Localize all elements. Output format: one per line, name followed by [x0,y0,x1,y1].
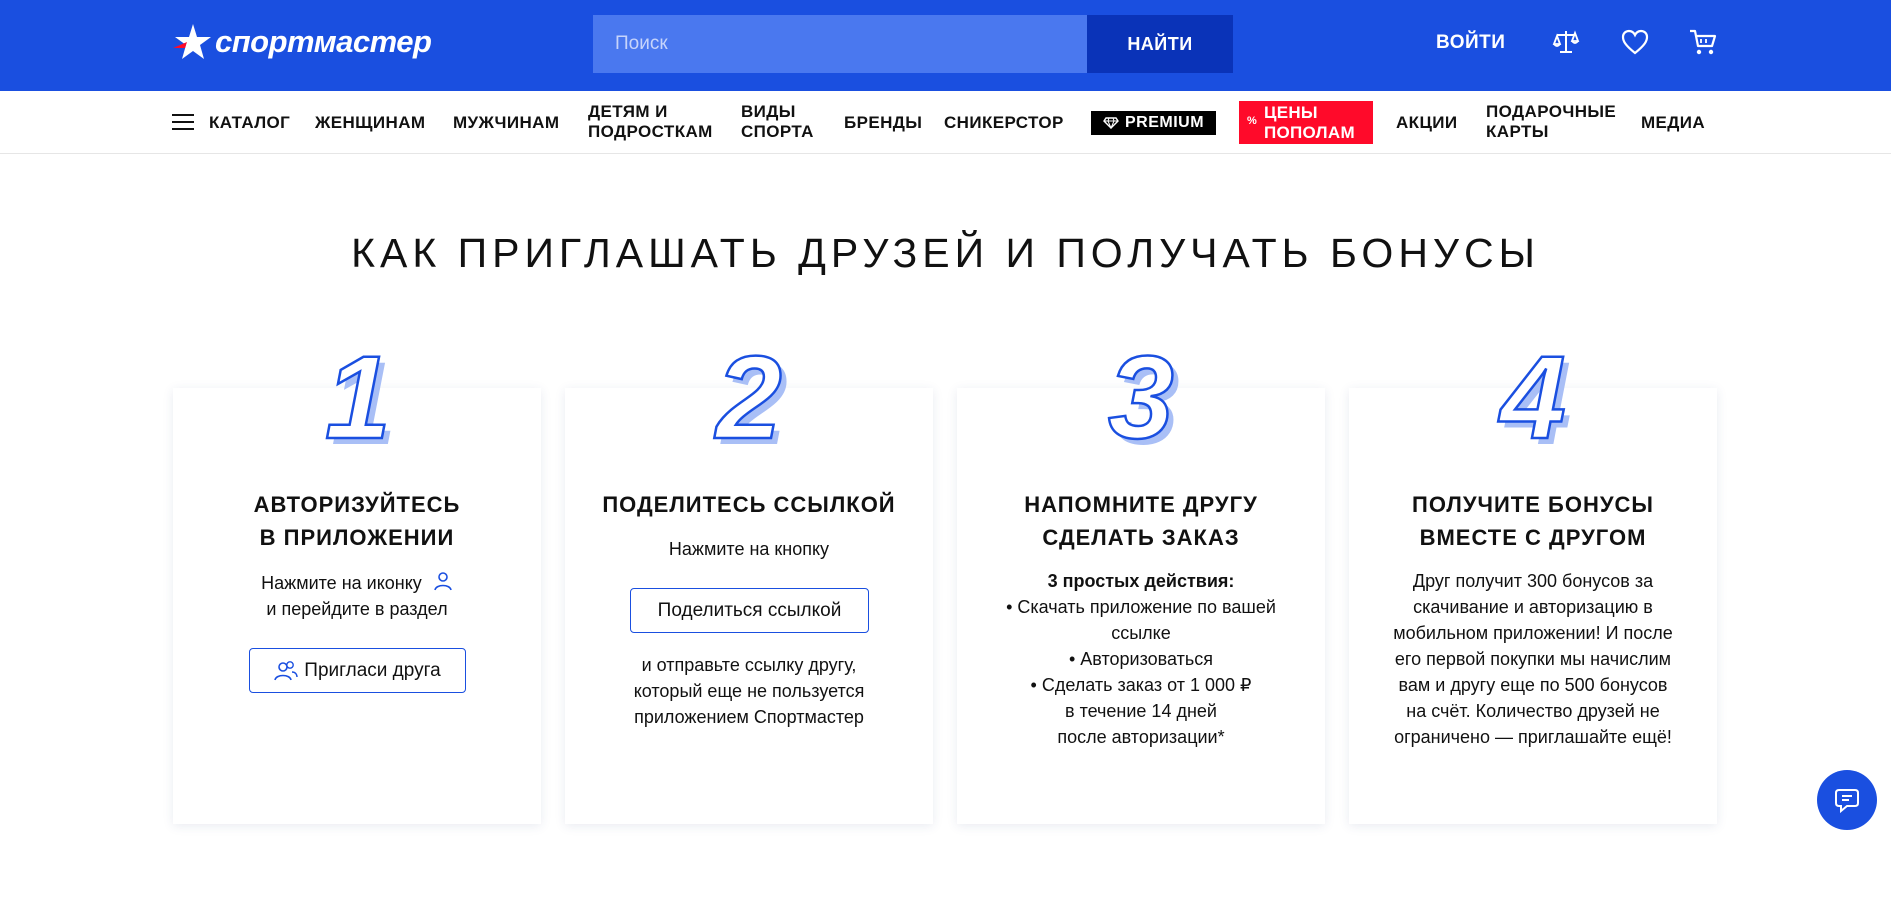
step-number-2-outline: 2 [714,340,782,455]
step-4-line: ограничено — приглашайте ещё! [1394,727,1672,747]
step-4-line: скачивание и авторизацию в [1413,597,1653,617]
step-4-line: мобильном приложении! И после [1393,623,1673,643]
nav-half-price[interactable]: % ЦЕНЫ ПОПОЛАМ [1239,101,1373,144]
step-4-title-line2: ВМЕСТЕ С ДРУГОМ [1419,525,1647,550]
step-2-text-top: Нажмите на кнопку [668,539,830,559]
nav-sports-line2: СПОРТА [741,122,814,141]
step-number-1-outline: 1 [325,340,391,455]
nav-catalog[interactable]: КАТАЛОГ [209,113,290,133]
step-2-text-line1: и отправьте ссылку другу, [641,655,857,675]
share-link-button[interactable]: Поделиться ссылкой [630,588,869,633]
logo-text: спортмастер [215,24,432,59]
step-number-3-outline: 3 [1108,340,1174,455]
chat-icon [1835,789,1859,814]
step-4-title: ПОЛУЧИТЕ БОНУСЫ ВМЕСТЕ С ДРУГОМ [1349,488,1717,554]
step-3-line: в течение 14 дней [1065,701,1217,721]
invite-friend-button[interactable]: Пригласи друга [249,648,466,693]
share-link-label: Поделиться ссылкой [657,599,842,621]
step-4-line: его первой покупки мы начислим [1394,649,1672,669]
nav-kids[interactable]: ДЕТЯМ И ПОДРОСТКАМ [588,102,713,142]
nav-half-price-line1: ЦЕНЫ [1264,103,1318,122]
nav-sneakerstore[interactable]: СНИКЕРСТОР [944,113,1064,133]
nav-gift-line2: КАРТЫ [1486,122,1549,141]
step-3-title-line1: НАПОМНИТЕ ДРУГУ [1024,492,1258,517]
logo[interactable]: спортмастер [171,22,432,62]
nav-kids-line2: ПОДРОСТКАМ [588,122,713,141]
nav-sports[interactable]: ВИДЫ СПОРТА [741,102,814,142]
nav-men[interactable]: МУЖЧИНАМ [453,113,559,133]
step-number-1: 1 1 [324,340,397,455]
nav-women[interactable]: ЖЕНЩИНАМ [315,113,425,133]
nav-promos[interactable]: АКЦИИ [1396,113,1458,133]
nav-half-price-line2: ПОПОЛАМ [1264,123,1355,142]
logo-star-icon [173,24,211,59]
step-4-line: на счёт. Количество друзей не [1406,701,1660,721]
nav-half-price-label: ЦЕНЫ ПОПОЛАМ [1264,103,1355,143]
step-3-title-line2: СДЕЛАТЬ ЗАКАЗ [1042,525,1240,550]
step-1-text: Нажмите на иконку и перейдите в раздел [173,570,541,622]
step-2-title-line1: ПОДЕЛИТЕСЬ ССЫЛКОЙ [602,492,896,517]
main-nav: КАТАЛОГ ЖЕНЩИНАМ МУЖЧИНАМ ДЕТЯМ И ПОДРОС… [0,91,1891,154]
step-1-text-line2: и перейдите в раздел [266,599,448,619]
step-number-4-outline: 4 [1498,340,1566,455]
profile-icon [434,572,452,591]
step-3-line: • Скачать приложение по вашей [1006,597,1276,617]
search-bar: НАЙТИ [593,15,1233,73]
step-3-line: • Авторизоваться [1069,649,1213,669]
diamond-icon [1103,117,1119,129]
step-2-text-line2: который еще не пользуется [633,681,865,701]
chat-button[interactable] [1817,770,1877,830]
search-button[interactable]: НАЙТИ [1087,15,1233,73]
login-link[interactable]: ВОЙТИ [1436,32,1505,54]
nav-premium[interactable]: PREMIUM [1091,111,1216,135]
step-2-text-line3: приложением Спортмастер [634,707,864,727]
nav-gift-line1: ПОДАРОЧНЫЕ [1486,102,1617,121]
step-1-title-line1: АВТОРИЗУЙТЕСЬ [253,492,461,517]
step-4-text: Друг получит 300 бонусов за скачивание и… [1349,568,1717,750]
step-3-line: после авторизации* [1057,727,1225,747]
page-title: КАК ПРИГЛАШАТЬ ДРУЗЕЙ И ПОЛУЧАТЬ БОНУСЫ [351,230,1540,276]
search-input[interactable] [593,15,1087,73]
nav-gift-cards[interactable]: ПОДАРОЧНЫЕ КАРТЫ [1486,102,1616,142]
step-4-title-line1: ПОЛУЧИТЕ БОНУСЫ [1412,492,1654,517]
nav-media[interactable]: МЕДИА [1641,113,1705,133]
percent-icon: % [1247,115,1257,127]
nav-sports-line1: ВИДЫ [741,102,796,121]
step-1-title-line2: В ПРИЛОЖЕНИИ [259,525,455,550]
step-1-text-line1-label: Нажмите на иконку [261,573,422,593]
top-header: спортмастер НАЙТИ ВОЙТИ [0,0,1891,91]
friends-icon [274,660,298,680]
cart-icon[interactable] [1688,27,1718,57]
nav-premium-label: PREMIUM [1124,114,1205,131]
step-3-line: • Сделать заказ от 1 000 ₽ [1030,675,1252,695]
step-4-line: Друг получит 300 бонусов за [1412,571,1654,591]
step-1-title: АВТОРИЗУЙТЕСЬ В ПРИЛОЖЕНИИ [173,488,541,554]
step-3-lead: 3 простых действия: [1047,571,1235,591]
step-3-title: НАПОМНИТЕ ДРУГУ СДЕЛАТЬ ЗАКАЗ [957,488,1325,554]
step-1-text-line1: Нажмите на иконку [173,570,541,596]
invite-friend-label: Пригласи друга [304,659,441,681]
menu-burger-icon[interactable] [172,114,194,132]
compare-icon[interactable] [1551,27,1581,57]
step-number-2: 2 2 [713,340,788,455]
nav-kids-line1: ДЕТЯМ И [588,102,668,121]
step-number-4: 4 4 [1497,340,1572,455]
step-3-line: ссылке [1111,623,1171,643]
heart-icon[interactable] [1620,27,1650,57]
nav-brands[interactable]: БРЕНДЫ [844,113,922,133]
step-2-title: ПОДЕЛИТЕСЬ ССЫЛКОЙ [565,488,933,521]
step-3-text: 3 простых действия: • Скачать приложение… [957,568,1325,750]
step-2-text: и отправьте ссылку другу, который еще не… [565,652,933,730]
step-4-line: вам и другу еще по 500 бонусов [1398,675,1668,695]
step-number-3: 3 3 [1107,340,1180,455]
